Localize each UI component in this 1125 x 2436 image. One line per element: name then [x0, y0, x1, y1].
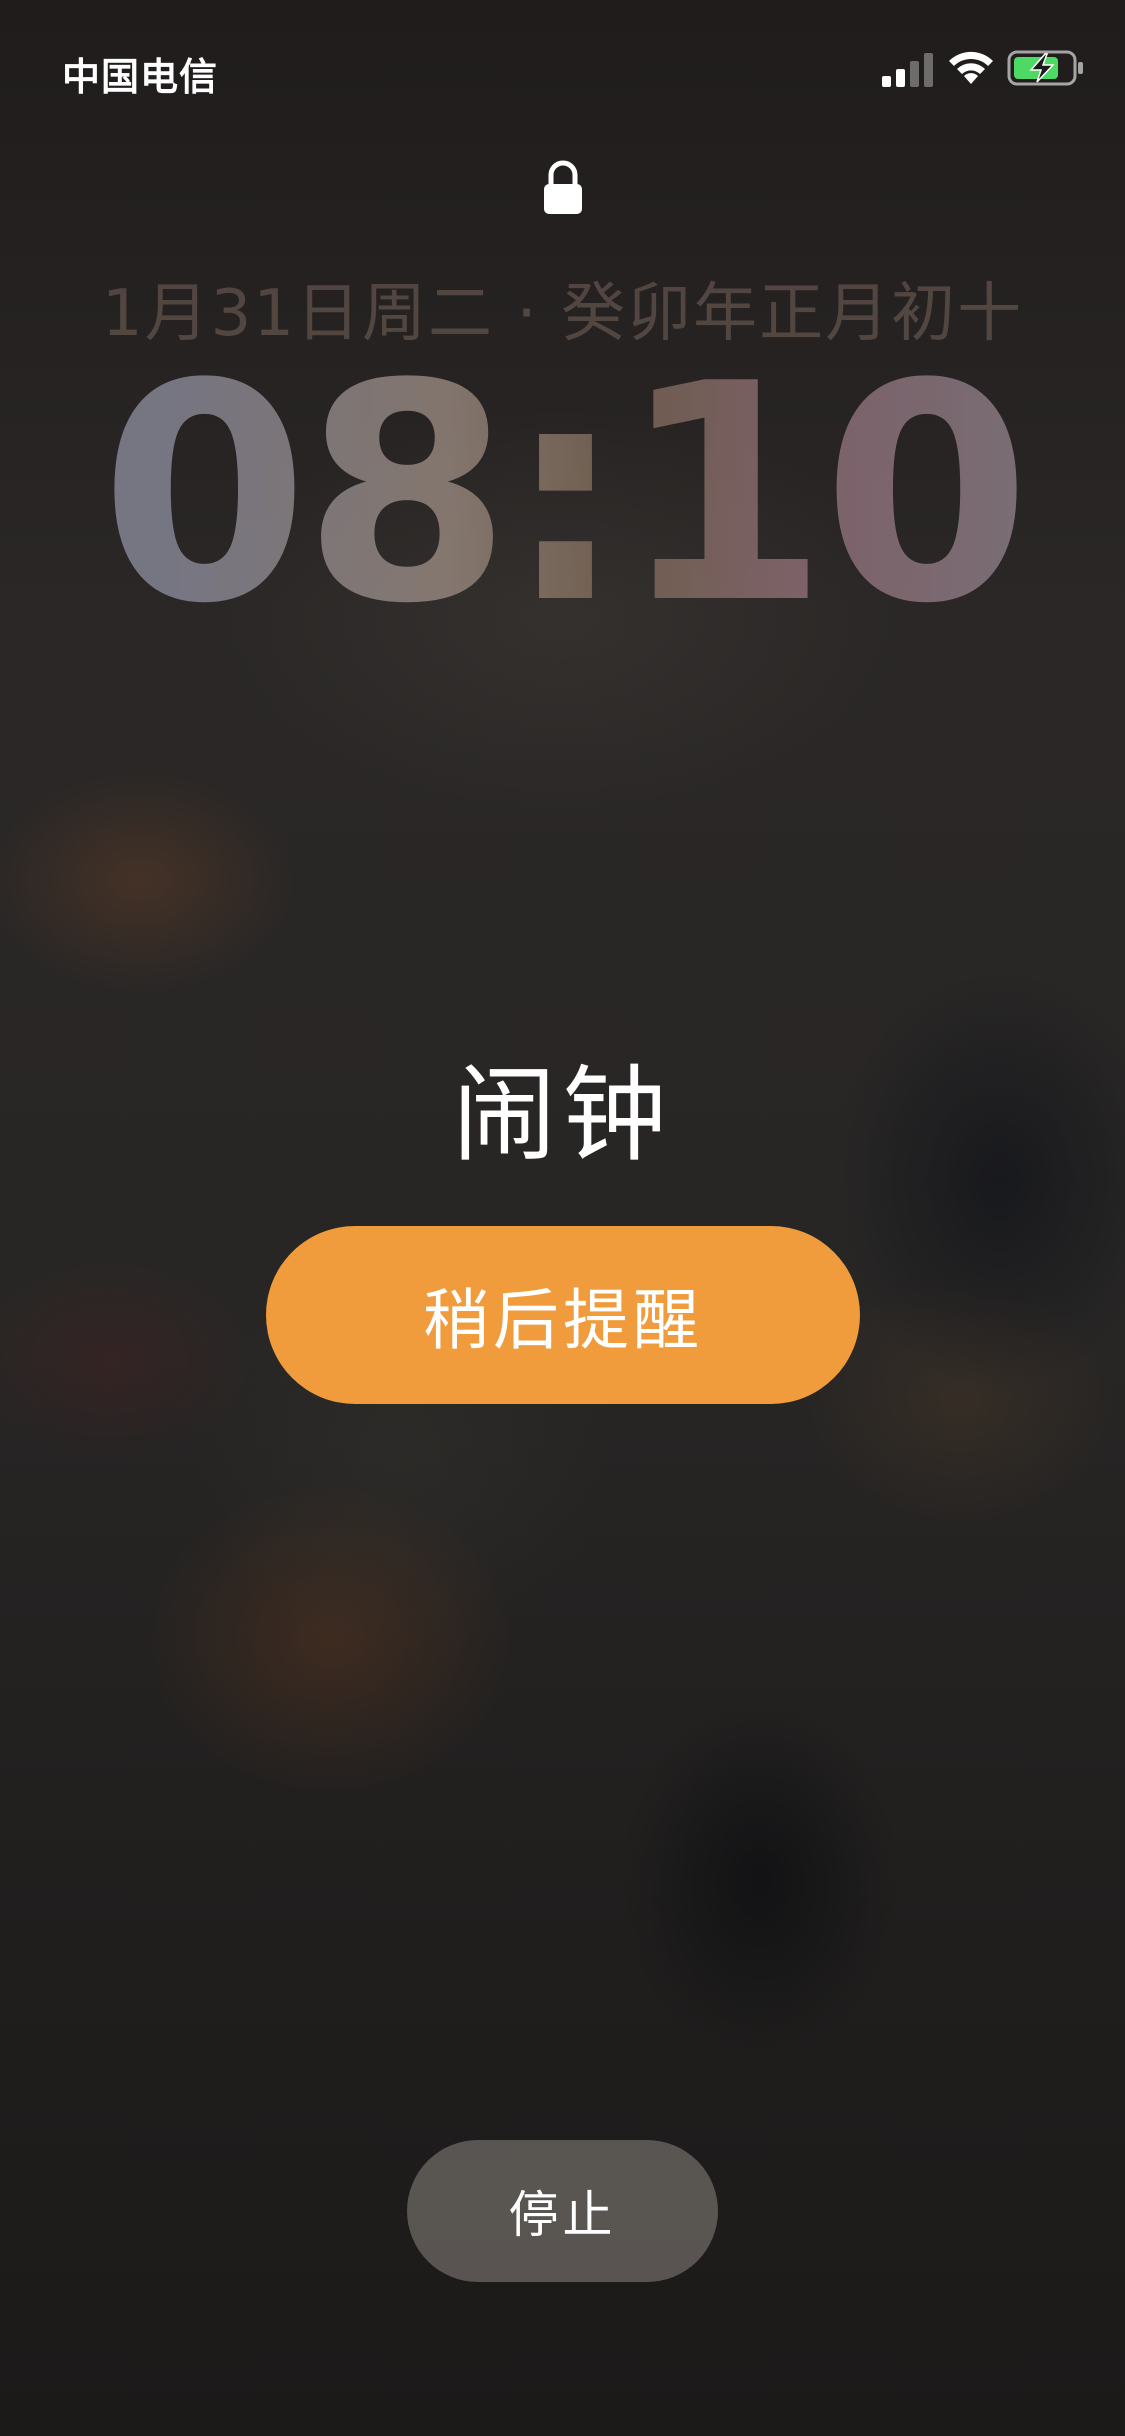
status-bar: 中国电信: [0, 0, 1125, 140]
carrier-name: 中国电信: [62, 55, 219, 99]
wifi-icon: [949, 51, 993, 84]
snooze-button[interactable]: 稍后提醒: [266, 1226, 860, 1404]
stop-button-label: 停止: [508, 2186, 617, 2244]
signal-bar: [896, 69, 905, 87]
battery-charging-icon: [1007, 50, 1083, 86]
clock-time: 08:10: [0, 330, 1125, 660]
alarm-title: 闹钟: [452, 1054, 673, 1176]
stop-button[interactable]: 停止: [407, 2140, 718, 2282]
lock-icon: [544, 160, 582, 214]
signal-bar: [882, 76, 891, 87]
cellular-signal-icon: [882, 53, 933, 87]
signal-bar: [910, 61, 919, 87]
snooze-button-label: 稍后提醒: [423, 1282, 703, 1359]
signal-bar: [924, 53, 933, 87]
lock-screen: 中国电信 1月31日周二 · 癸卯年正月初十 08:10 闹钟 稍后提醒 停止: [0, 0, 1125, 2436]
